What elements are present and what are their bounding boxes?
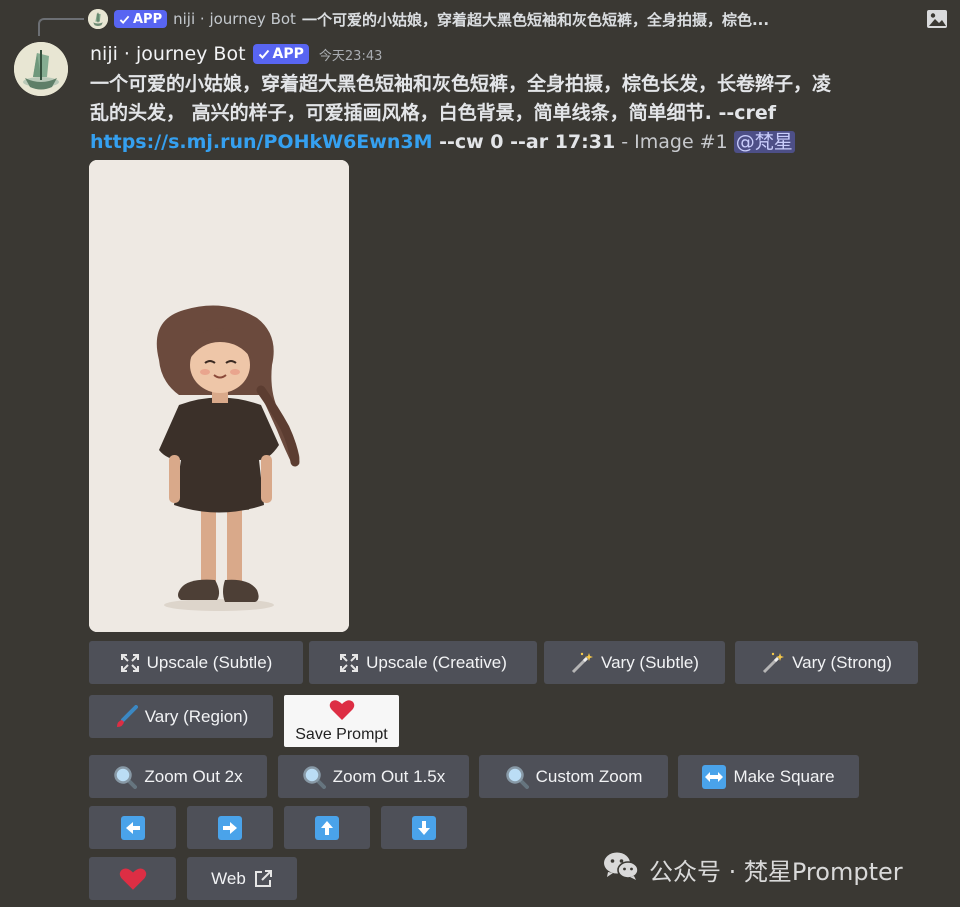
pan-left-button[interactable] [89, 806, 176, 849]
heart-icon [119, 867, 147, 891]
reply-app-tag: APP [114, 10, 168, 28]
generated-image[interactable] [89, 160, 349, 632]
web-label: Web [211, 868, 246, 888]
magic-wand-icon [570, 651, 594, 675]
bot-avatar[interactable] [14, 42, 68, 96]
reply-app-tag-label: APP [133, 11, 163, 27]
watermark-text: 公众号 · 梵星Prompter [649, 857, 903, 886]
watermark: 公众号 · 梵星Prompter [603, 851, 903, 887]
pan-right-button[interactable] [187, 806, 273, 849]
upscale-subtle-button[interactable]: Upscale (Subtle) [89, 641, 303, 684]
web-link-button[interactable]: Web [187, 857, 297, 900]
upscale-subtle-label: Upscale (Subtle) [146, 652, 273, 672]
magnifier-icon [302, 765, 326, 789]
vary-subtle-label: Vary (Subtle) [601, 652, 699, 672]
favorite-button[interactable] [89, 857, 176, 900]
timestamp: 今天23:43 [318, 48, 383, 64]
image-label: - Image #1 [615, 131, 734, 153]
pan-down-button[interactable] [381, 806, 467, 849]
wechat-icon [603, 851, 639, 887]
zoom-out-2x-button[interactable]: Zoom Out 2x [89, 755, 267, 798]
heart-icon [329, 699, 355, 726]
vary-region-label: Vary (Region) [144, 706, 249, 726]
magic-wand-icon [761, 651, 785, 675]
reply-connector [38, 18, 84, 36]
image-icon [926, 9, 948, 29]
save-prompt-label: Save Prompt [295, 725, 388, 743]
down-arrow-icon [412, 815, 436, 840]
zoom-out-1.5x-button[interactable]: Zoom Out 1.5x [278, 755, 469, 798]
prompt-params: --cw 0 --ar 17:31 [432, 131, 616, 153]
zoom-out-2x-label: Zoom Out 2x [144, 766, 243, 786]
reply-author[interactable]: niji · journey Bot [173, 10, 296, 28]
pan-up-button[interactable] [284, 806, 370, 849]
prompt-line-2: 乱的头发， 高兴的样子，可爱插画风格，白色背景，简单线条，简单细节. --cre… [90, 102, 777, 124]
upscale-creative-label: Upscale (Creative) [366, 652, 507, 672]
vary-region-button[interactable]: Vary (Region) [89, 695, 273, 738]
make-square-button[interactable]: Make Square [678, 755, 859, 798]
app-tag: APP [252, 44, 309, 64]
right-arrow-icon [218, 815, 242, 840]
prompt-line-3: https://s.mj.run/POHkW6Ewn3M --cw 0 --ar… [90, 128, 946, 157]
vary-strong-label: Vary (Strong) [792, 652, 892, 672]
reply-text[interactable]: 一个可爱的小姑娘，穿着超大黑色短袖和灰色短裤，全身拍摄，棕色... [302, 9, 769, 30]
message-header: niji · journey Bot APP 今天23:43 [90, 42, 382, 66]
app-tag-label: APP [272, 46, 304, 62]
make-square-label: Make Square [733, 766, 835, 786]
cref-link[interactable]: https://s.mj.run/POHkW6Ewn3M [90, 131, 432, 153]
expand-icon [120, 653, 140, 673]
custom-zoom-button[interactable]: Custom Zoom [479, 755, 668, 798]
paintbrush-icon [114, 704, 138, 729]
bot-mini-avatar [88, 9, 108, 29]
upscale-creative-button[interactable]: Upscale (Creative) [309, 641, 537, 684]
magnifier-icon [113, 765, 138, 789]
magnifier-icon [505, 765, 529, 789]
author-name[interactable]: niji · journey Bot [90, 43, 246, 65]
zoom-out-1.5x-label: Zoom Out 1.5x [332, 766, 446, 786]
up-arrow-icon [315, 815, 339, 840]
left-arrow-icon [120, 815, 145, 840]
custom-zoom-label: Custom Zoom [535, 766, 643, 786]
prompt-line-1: 一个可爱的小姑娘，穿着超大黑色短袖和灰色短裤，全身拍摄，棕色长发，长卷辫子，凌 [90, 73, 832, 95]
vary-subtle-button[interactable]: Vary (Subtle) [544, 641, 725, 684]
external-link-icon [253, 869, 273, 889]
expand-icon [339, 653, 359, 673]
left-right-arrow-icon [702, 764, 727, 789]
message-content: 一个可爱的小姑娘，穿着超大黑色短袖和灰色短裤，全身拍摄，棕色长发，长卷辫子，凌 … [90, 70, 946, 157]
reply-preview[interactable]: APP niji · journey Bot 一个可爱的小姑娘，穿着超大黑色短袖… [88, 8, 948, 30]
vary-strong-button[interactable]: Vary (Strong) [735, 641, 918, 684]
user-mention[interactable]: @梵星 [733, 131, 795, 153]
save-prompt-button[interactable]: Save Prompt [284, 695, 399, 747]
